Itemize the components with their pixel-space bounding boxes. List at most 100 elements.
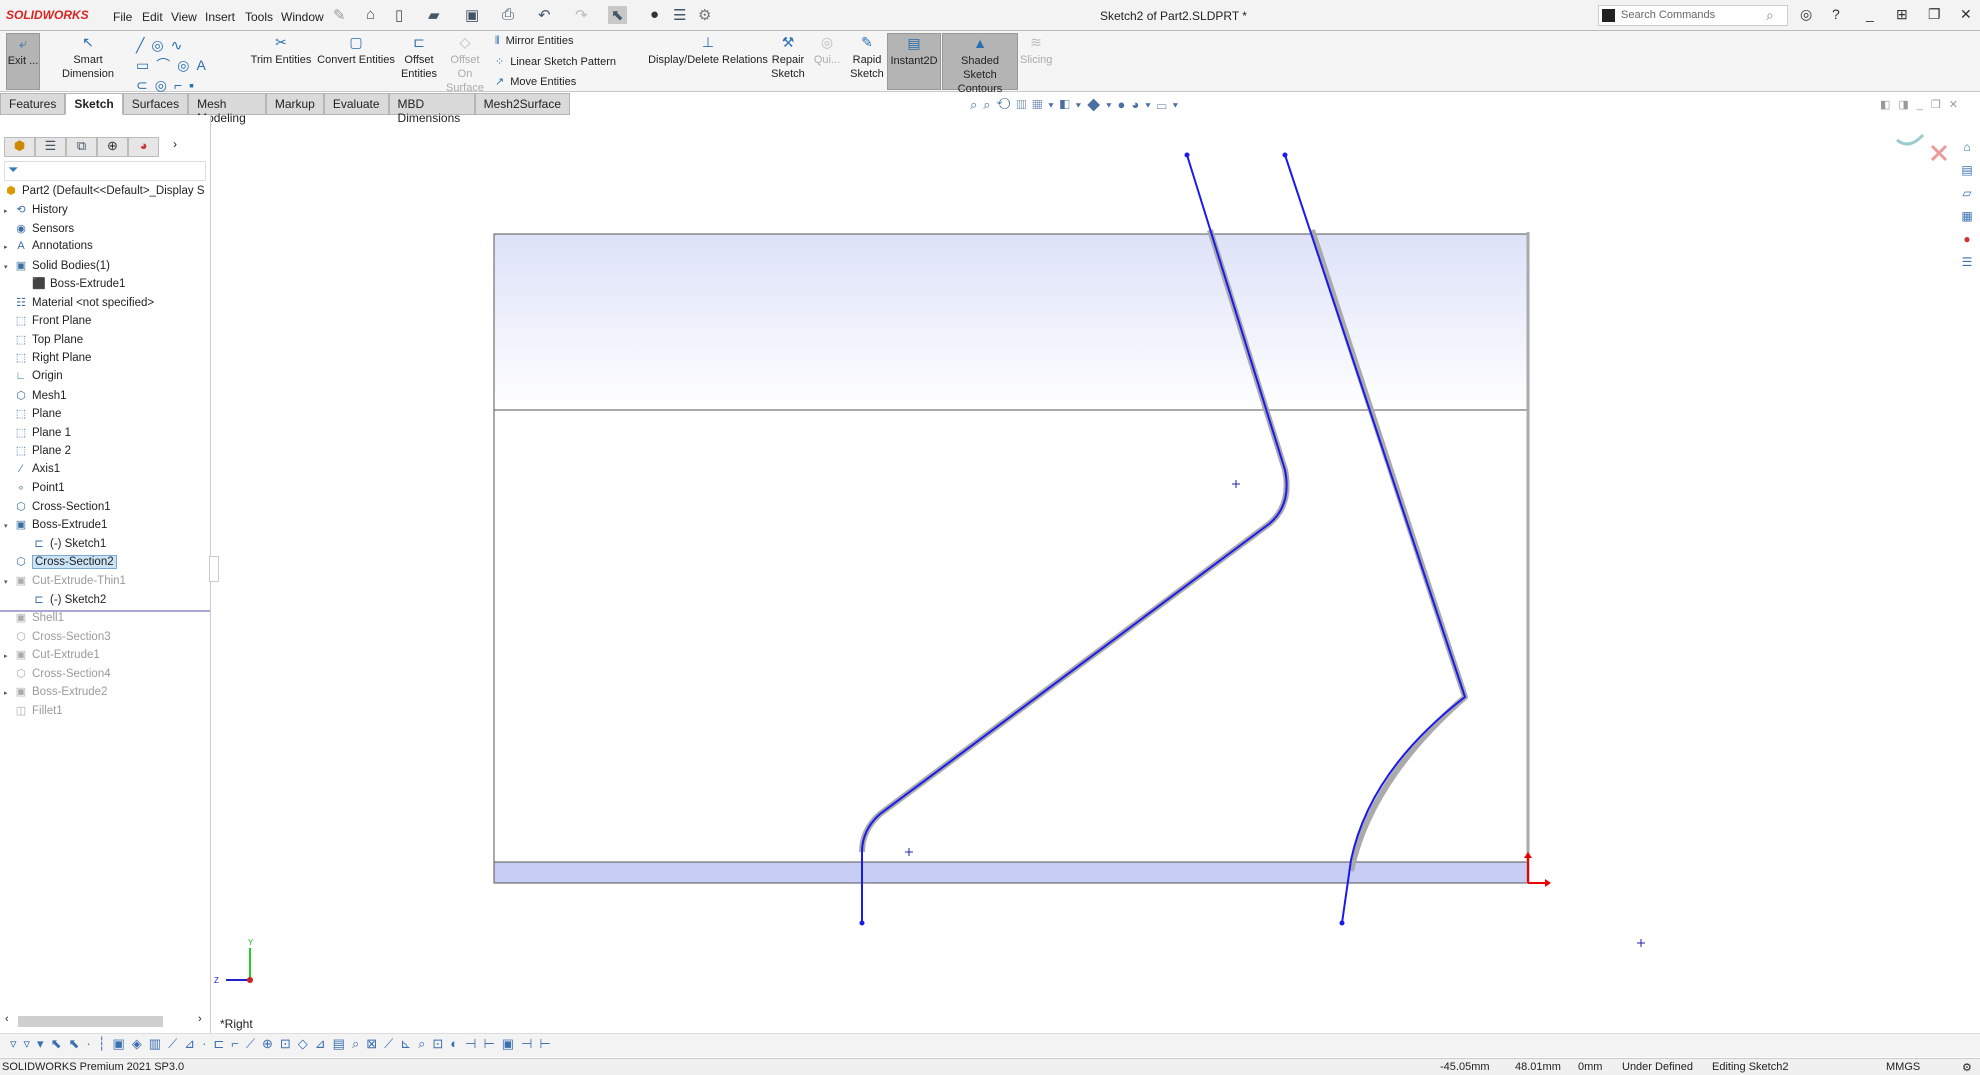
tab-mesh2surface[interactable]: Mesh2Surface [474,93,570,115]
menu-file[interactable]: File [113,10,132,24]
expand-panel-icon[interactable]: › [173,137,177,159]
quick-snaps-button[interactable]: ◎ Qui... [812,33,842,67]
home-icon[interactable]: ⌂ [366,6,375,23]
selection-filter-icons[interactable]: ▿▿▾⬉⬉·┆▣◈▥⟋⊿·⊏⌐⟋⊕⊡◇⊿▤⌕⊠⟋⊾⌕⊡◐⊣⊢▣⊣⊢ [10,1036,558,1052]
expand-toggle-icon[interactable]: ▾ [4,263,14,271]
move-entities-button[interactable]: ↗ Move Entities [495,75,576,88]
tree-item-cross-section3[interactable]: ⬡ Cross-Section3 [0,630,210,649]
pin-icon[interactable]: ✎ [333,6,346,24]
tree-item-boss-extrude1[interactable]: ⬛ Boss-Extrude1 [0,277,210,296]
file-explorer-icon[interactable]: ▱ [1958,186,1976,204]
expand-toggle-icon[interactable]: ▸ [4,207,14,215]
tab-surfaces[interactable]: Surfaces [122,93,189,115]
tree-item-cut-extrude1[interactable]: ▸ ▣ Cut-Extrude1 [0,648,210,667]
convert-entities-button[interactable]: ▢ Convert Entities [316,33,396,67]
custom-properties-icon[interactable]: ☰ [1958,255,1976,273]
print-icon[interactable]: ⎙ [502,6,514,23]
expand-toggle-icon[interactable]: ▸ [4,652,14,660]
account-icon[interactable]: ◎ [1800,6,1812,23]
tree-item-plane-2[interactable]: ⬚ Plane 2 [0,444,210,463]
tree-item-sketch1[interactable]: ⊏ (-) Sketch1 [0,537,210,556]
repair-sketch-button[interactable]: ⚒ Repair Sketch [770,33,806,81]
tree-item-sensors[interactable]: ◉ Sensors [0,222,210,241]
linear-sketch-pattern-button[interactable]: ⁘ Linear Sketch Pattern [495,55,616,68]
tile-icon[interactable]: ⊞ [1896,6,1908,23]
sketch-endpoint[interactable] [1282,152,1288,158]
trim-entities-button[interactable]: ✂ Trim Entities [250,33,312,67]
sketch-endpoint[interactable] [1339,920,1345,926]
shaded-sketch-contours-button[interactable]: ▲ Shaded Sketch Contours [942,33,1018,95]
tree-item-cross-section2[interactable]: ⬡ Cross-Section2 [0,555,210,574]
unit-system[interactable]: MMGS [1886,1061,1920,1073]
close-icon[interactable]: ✕ [1960,6,1972,23]
tree-item-shell1[interactable]: ▣ Shell1 [0,611,210,630]
tab-mbd-dimensions[interactable]: MBD Dimensions [388,93,475,125]
tree-item-solid-bodies-1[interactable]: ▾ ▣ Solid Bodies(1) [0,259,210,278]
scroll-left-icon[interactable]: ‹ [5,1013,9,1025]
instant2d-button[interactable]: ▤ Instant2D [887,33,941,90]
help-icon[interactable]: ? [1832,6,1840,22]
redo-icon[interactable]: ↷ [575,6,588,24]
new-document-icon[interactable]: ▯ [395,6,403,24]
graphics-area[interactable]: Y Z [212,115,1967,1033]
filter-icon[interactable]: ⏷ [4,161,206,181]
rapid-sketch-button[interactable]: ✎ Rapid Sketch [850,33,884,81]
menu-tools[interactable]: Tools [245,10,273,24]
select-icon[interactable]: ⬉ [608,6,627,24]
offset-entities-button[interactable]: ⊏ Offset Entities [398,33,440,81]
rebuild-icon[interactable]: ● [650,6,659,23]
display-manager-tab[interactable]: ◕ [128,137,159,157]
smart-dimension-button[interactable]: ↖ Smart Dimension [46,33,130,81]
design-library-icon[interactable]: ▤ [1958,163,1976,181]
tree-item-fillet1[interactable]: ◫ Fillet1 [0,704,210,723]
tree-item-plane-1[interactable]: ⬚ Plane 1 [0,426,210,445]
mirror-entities-button[interactable]: ⫴ Mirror Entities [495,35,573,48]
tree-item-history[interactable]: ▸ ⟲ History [0,203,210,222]
rollback-bar[interactable] [0,610,210,612]
appearances-icon[interactable]: ● [1958,232,1976,250]
options-icon[interactable]: ⚙ [698,6,711,24]
tree-item-material-not-specified[interactable]: ☷ Material <not specified> [0,296,210,315]
tree-item-right-plane[interactable]: ⬚ Right Plane [0,351,210,370]
tree-item-front-plane[interactable]: ⬚ Front Plane [0,314,210,333]
view-palette-icon[interactable]: ▦ [1958,209,1976,227]
display-delete-relations-button[interactable]: ⊥ Display/Delete Relations [648,33,768,67]
tree-item-boss-extrude1[interactable]: ▾ ▣ Boss-Extrude1 [0,518,210,537]
undo-icon[interactable]: ↶ [538,6,551,24]
tree-item-mesh1[interactable]: ⬡ Mesh1 [0,389,210,408]
heads-up-view-toolbar[interactable]: ⌕⌕⟲▥▦▾◧▾◆▾●◕▾▭▾ [970,97,1184,113]
menu-window[interactable]: Window [281,10,324,24]
home-icon[interactable]: ⌂ [1958,140,1976,158]
expand-toggle-icon[interactable]: ▸ [4,243,14,251]
menu-insert[interactable]: Insert [205,10,235,24]
tree-item-top-plane[interactable]: ⬚ Top Plane [0,333,210,352]
scroll-right-icon[interactable]: › [198,1013,202,1025]
search-commands-input[interactable]: Search Commands [1598,5,1788,26]
offset-on-surface-button[interactable]: ◇ Offset On Surface [442,33,488,95]
expand-toggle-icon[interactable]: ▾ [4,522,14,530]
slicing-button[interactable]: ≋ Slicing [1020,33,1052,67]
sketch-entity-tools[interactable]: ╱◎∿ ▭⌒◎A ⊂◎⌐▪ [136,35,213,95]
restore-icon[interactable]: ❐ [1928,6,1941,23]
dimxpert-tab[interactable]: ⊕ [97,137,128,157]
open-icon[interactable]: ▰ [428,6,440,24]
tree-item-sketch2[interactable]: ⊏ (-) Sketch2 [0,593,210,612]
save-icon[interactable]: ▣ [465,6,479,24]
featuremanager-tab[interactable]: ⬢ [4,137,35,157]
propertymanager-tab[interactable]: ☰ [35,137,66,157]
file-properties-icon[interactable]: ☰ [673,6,686,24]
tree-item-cross-section1[interactable]: ⬡ Cross-Section1 [0,500,210,519]
tab-markup[interactable]: Markup [265,93,324,115]
expand-toggle-icon[interactable]: ▾ [4,578,14,586]
confirmation-corner[interactable] [1896,133,1948,162]
tab-mesh-modeling[interactable]: Mesh Modeling [188,93,266,125]
search-icon[interactable]: ⌕ [1766,7,1774,24]
tab-evaluate[interactable]: Evaluate [323,93,389,115]
tree-item-cut-extrude-thin1[interactable]: ▾ ▣ Cut-Extrude-Thin1 [0,574,210,593]
tab-features[interactable]: Features [0,93,66,115]
menu-edit[interactable]: Edit [142,10,163,24]
configurationmanager-tab[interactable]: ⧉ [66,137,97,157]
expand-toggle-icon[interactable]: ▸ [4,689,14,697]
customize-icon[interactable]: ⚙ [1962,1061,1972,1074]
tree-item-cross-section4[interactable]: ⬡ Cross-Section4 [0,667,210,686]
